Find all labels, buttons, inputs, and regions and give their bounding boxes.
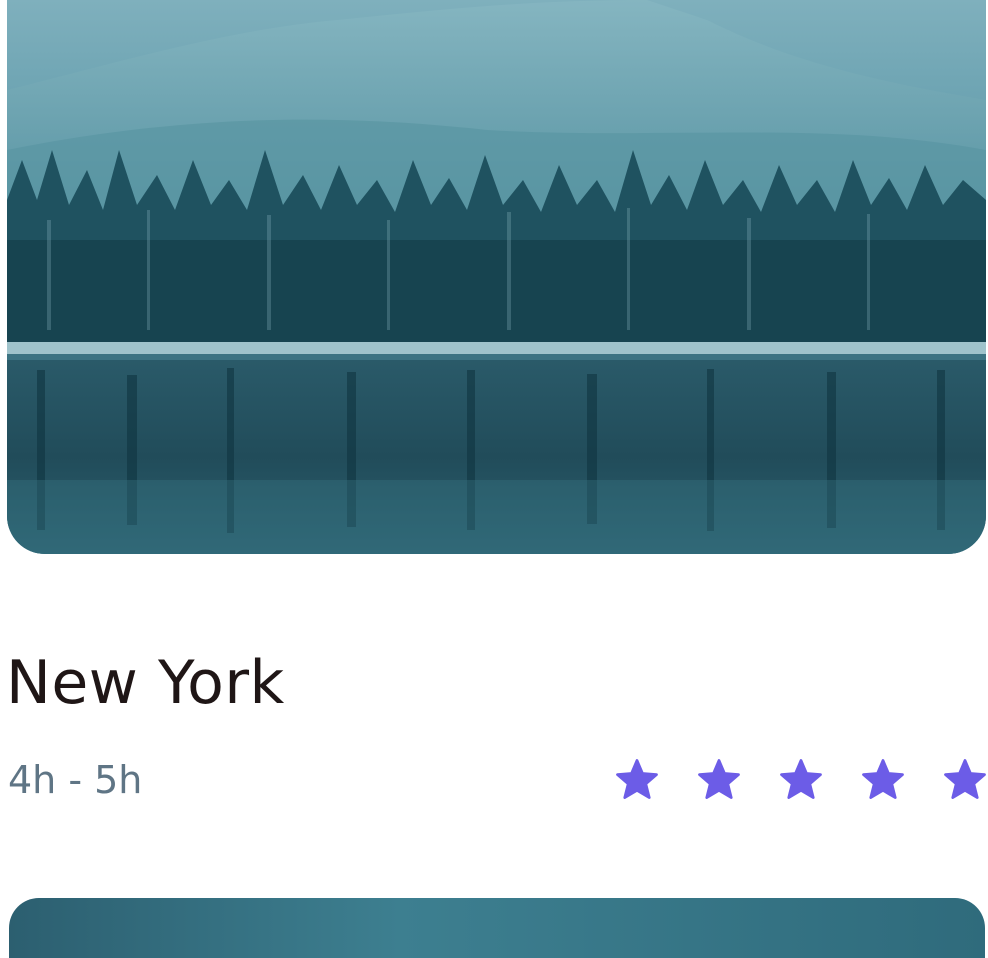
star-icon bbox=[780, 759, 822, 799]
destination-image[interactable] bbox=[7, 0, 986, 554]
star-icon bbox=[944, 759, 986, 799]
destination-title: New York bbox=[6, 648, 285, 718]
trip-duration: 4h - 5h bbox=[8, 758, 143, 802]
star-icon bbox=[698, 759, 740, 799]
snowy-forest-lake-image bbox=[7, 0, 986, 554]
star-rating bbox=[614, 757, 988, 803]
star-icon bbox=[862, 759, 904, 799]
star-icon bbox=[616, 759, 658, 799]
next-destination-image[interactable] bbox=[9, 898, 985, 958]
